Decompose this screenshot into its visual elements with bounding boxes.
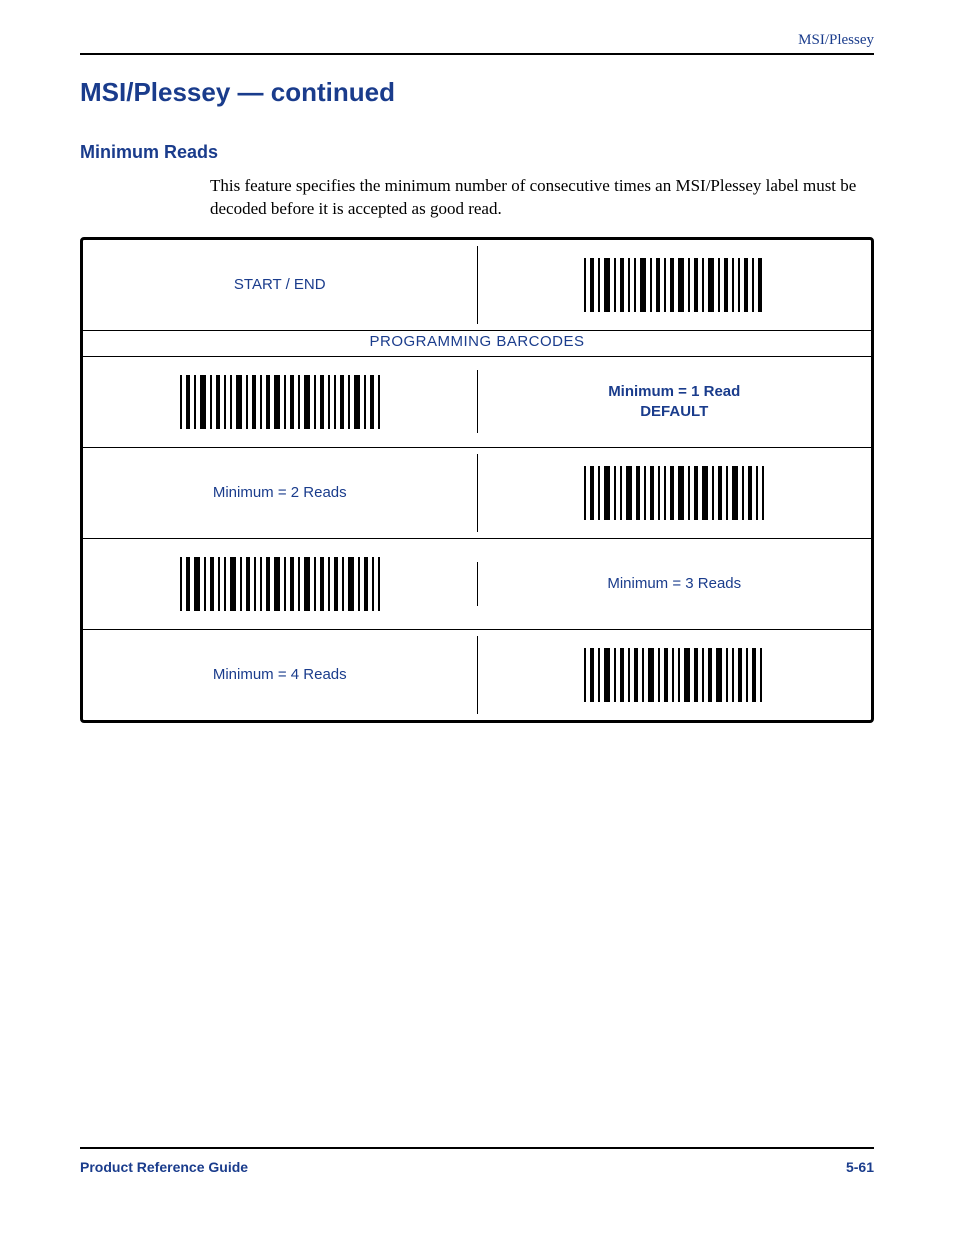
table-row: Minimum = 2 Reads	[83, 447, 871, 538]
footer-rule	[80, 1147, 874, 1149]
barcode-cell	[477, 454, 872, 532]
programming-barcodes-table: START / END PROGRAMMING BARCODES	[80, 237, 874, 723]
subsection-heading: Minimum Reads	[80, 142, 874, 163]
start-end-label: START / END	[234, 275, 326, 295]
barcode-icon	[584, 466, 764, 520]
top-rule	[80, 53, 874, 55]
barcode-cell	[83, 363, 477, 441]
label-cell: Minimum = 3 Reads	[477, 562, 872, 606]
option-label: Minimum = 1 Read DEFAULT	[608, 382, 740, 421]
label-cell: Minimum = 1 Read DEFAULT	[477, 370, 872, 433]
option-label: Minimum = 4 Reads	[213, 665, 347, 685]
page-footer: Product Reference Guide 5-61	[80, 1147, 874, 1175]
start-end-row: START / END	[83, 240, 871, 330]
section-title: MSI/Plessey — continued	[80, 77, 874, 108]
label-cell: Minimum = 2 Reads	[83, 471, 477, 515]
barcode-icon	[180, 375, 380, 429]
option-label: Minimum = 3 Reads	[607, 574, 741, 594]
barcode-icon	[180, 557, 380, 611]
barcode-icon	[584, 648, 764, 702]
table-header: PROGRAMMING BARCODES	[83, 330, 871, 356]
table-row: Minimum = 3 Reads	[83, 538, 871, 629]
start-end-label-cell: START / END	[83, 263, 477, 307]
running-head: MSI/Plessey	[80, 32, 874, 53]
start-end-barcode-cell	[477, 246, 872, 324]
table-row: Minimum = 1 Read DEFAULT	[83, 356, 871, 447]
body-paragraph: This feature specifies the minimum numbe…	[210, 175, 874, 221]
barcode-cell	[83, 545, 477, 623]
table-row: Minimum = 4 Reads	[83, 629, 871, 720]
footer-page-number: 5-61	[846, 1159, 874, 1175]
barcode-icon	[584, 258, 764, 312]
document-page: MSI/Plessey MSI/Plessey — continued Mini…	[0, 0, 954, 1235]
footer-doc-title: Product Reference Guide	[80, 1159, 248, 1175]
label-cell: Minimum = 4 Reads	[83, 653, 477, 697]
barcode-cell	[477, 636, 872, 714]
option-label: Minimum = 2 Reads	[213, 483, 347, 503]
